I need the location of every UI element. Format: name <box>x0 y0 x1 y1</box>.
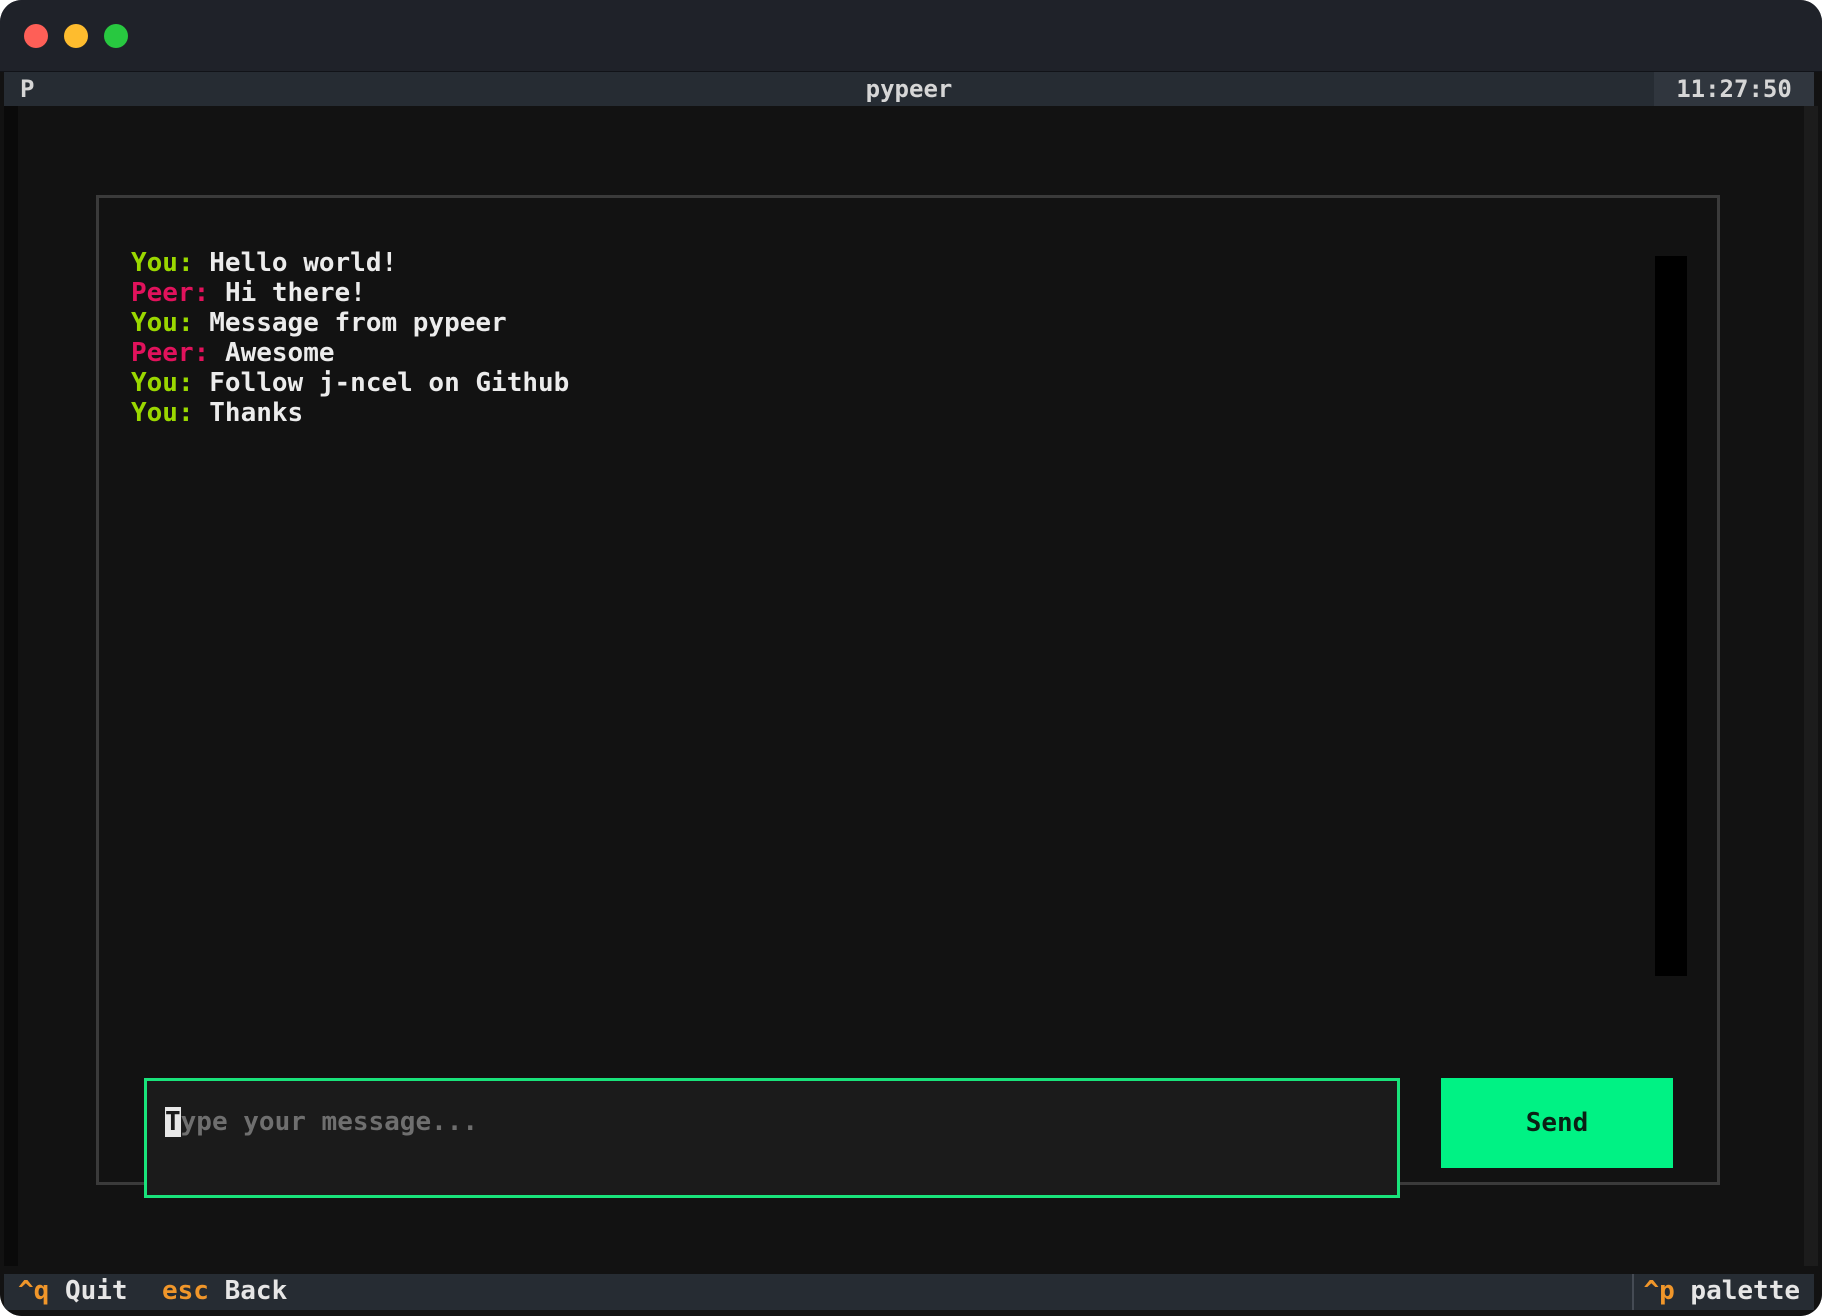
message-input-placeholder: Type your message... <box>165 1107 478 1137</box>
quit-label: Quit <box>64 1276 128 1306</box>
message-row: You: Hello world! <box>131 248 1531 278</box>
maximize-window-button[interactable] <box>104 24 128 48</box>
message-sender: You: <box>131 308 194 338</box>
send-button[interactable]: Send <box>1441 1078 1673 1168</box>
left-gutter <box>4 106 18 1266</box>
message-sender: Peer: <box>131 278 210 308</box>
message-text: Message from pypeer <box>209 308 507 338</box>
message-input[interactable]: Type your message... <box>144 1078 1400 1198</box>
message-text: Thanks <box>209 398 304 428</box>
message-log: You: Hello world! Peer: Hi there! You: M… <box>131 248 1531 428</box>
message-text: Hello world! <box>209 248 398 278</box>
message-sender: Peer: <box>131 338 210 368</box>
message-sender: You: <box>131 368 194 398</box>
window-titlebar <box>0 0 1822 72</box>
back-key: esc <box>162 1276 209 1306</box>
footer-divider <box>1632 1274 1634 1310</box>
header-clock: 11:27:50 <box>1654 72 1814 106</box>
message-row: You: Thanks <box>131 398 1531 428</box>
placeholder-text: ype your message... <box>180 1107 479 1137</box>
app-header: P pypeer 11:27:50 <box>4 72 1814 106</box>
message-row: Peer: Hi there! <box>131 278 1531 308</box>
message-row: You: Message from pypeer <box>131 308 1531 338</box>
message-row: You: Follow j-ncel on Github <box>131 368 1531 398</box>
quit-key: ^q <box>18 1276 50 1306</box>
close-window-button[interactable] <box>24 24 48 48</box>
message-text: Follow j-ncel on Github <box>209 368 570 398</box>
palette-label: palette <box>1690 1276 1800 1306</box>
chat-panel: You: Hello world! Peer: Hi there! You: M… <box>96 195 1720 1198</box>
message-scrollbar[interactable] <box>1655 256 1687 976</box>
message-row: Peer: Awesome <box>131 338 1531 368</box>
right-gutter <box>1804 106 1818 1266</box>
message-text: Hi there! <box>224 278 366 308</box>
palette-key: ^p <box>1643 1276 1675 1306</box>
text-cursor: T <box>165 1107 181 1137</box>
minimize-window-button[interactable] <box>64 24 88 48</box>
message-sender: You: <box>131 248 194 278</box>
back-label: Back <box>224 1276 288 1306</box>
message-sender: You: <box>131 398 194 428</box>
palette-binding[interactable]: ^p palette <box>1643 1276 1800 1306</box>
message-text: Awesome <box>224 338 335 368</box>
terminal-content: P pypeer 11:27:50 You: Hello world! Peer… <box>0 72 1822 1316</box>
app-title: pypeer <box>865 75 953 103</box>
terminal-window: P pypeer 11:27:50 You: Hello world! Peer… <box>0 0 1822 1316</box>
quit-binding[interactable]: ^q Quit <box>18 1276 128 1306</box>
footer-bar: ^q Quit esc Back ^p palette <box>4 1274 1814 1310</box>
back-binding[interactable]: esc Back <box>162 1276 287 1306</box>
